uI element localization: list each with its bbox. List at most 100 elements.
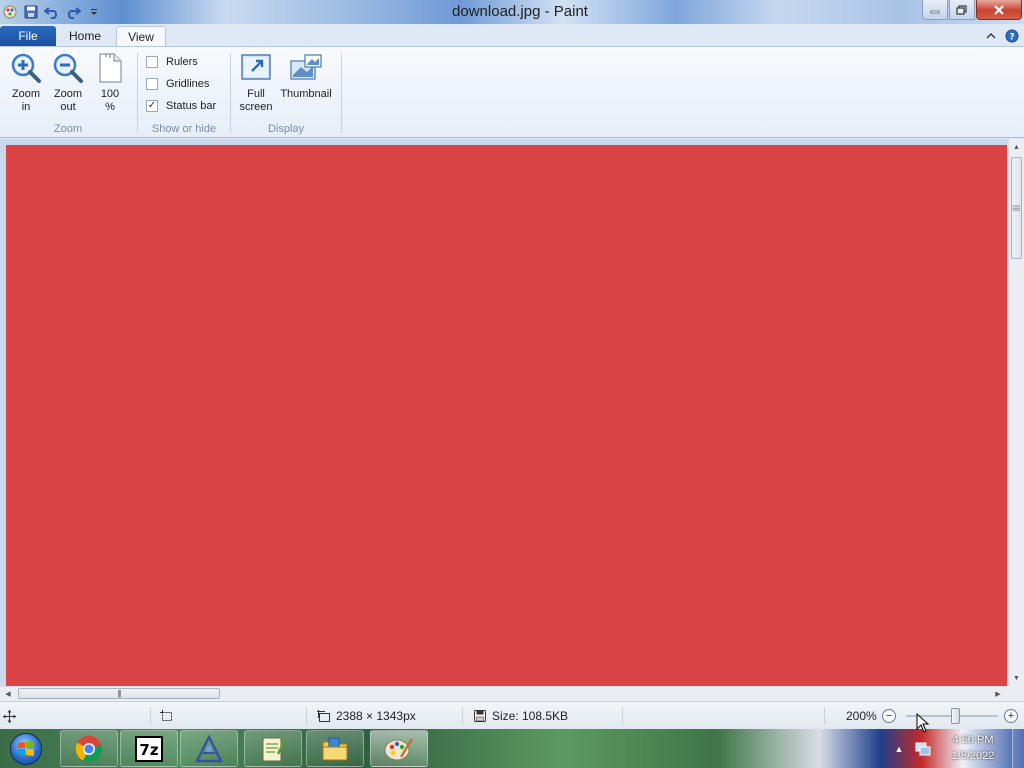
disk-icon [474, 710, 486, 722]
mouse-cursor-icon [916, 713, 930, 733]
tab-home[interactable]: Home [58, 26, 112, 47]
zoom-slider-thumb[interactable] [951, 708, 960, 724]
zoom-out-label: Zoom out [53, 88, 83, 113]
taskbar-file-explorer[interactable] [306, 730, 364, 767]
system-clock[interactable]: 4:50 PM 1/5/2022 [938, 732, 1008, 764]
show-hidden-icons-button[interactable]: ▲ [892, 729, 906, 768]
taskbar-7zip[interactable]: 7z [120, 730, 178, 767]
gridlines-label: Gridlines [166, 78, 210, 90]
clock-time: 4:50 PM [952, 734, 994, 746]
zoom-in-status-button[interactable]: + [1004, 702, 1018, 730]
file-size: Size: 108.5KB [474, 702, 568, 730]
scroll-up-arrow-icon[interactable]: ▲ [1009, 139, 1024, 155]
status-bar-label: Status bar [166, 100, 217, 112]
horizontal-scrollbar[interactable]: ◀ ||| ▶ [0, 686, 1008, 701]
zoom-out-icon [51, 51, 85, 85]
status-divider [462, 707, 463, 725]
thumbnail-button[interactable]: Thumbnail [279, 51, 333, 117]
scroll-left-arrow-icon[interactable]: ◀ [0, 687, 16, 701]
taskbar-app[interactable] [180, 730, 238, 767]
taskbar-paint[interactable] [370, 730, 428, 767]
zoom-out-circle-icon: − [882, 709, 896, 723]
page-100-icon [93, 51, 127, 85]
gridlines-checkbox-row[interactable]: Gridlines [146, 75, 209, 93]
rulers-label: Rulers [166, 56, 198, 68]
rulers-checkbox-row[interactable]: Rulers [146, 53, 198, 71]
full-screen-icon [239, 51, 273, 85]
status-divider [306, 707, 307, 725]
group-divider [341, 53, 342, 133]
full-screen-label: Full screen [239, 88, 273, 113]
gridlines-checkbox[interactable] [146, 78, 158, 90]
restore-button[interactable] [949, 0, 975, 20]
start-button[interactable] [4, 731, 48, 767]
svg-text:?: ? [1009, 33, 1014, 43]
taskbar-chrome[interactable] [60, 730, 118, 767]
image-dimensions: 2388 × 1343px [317, 702, 416, 730]
paint-icon [384, 737, 414, 760]
file-explorer-icon [322, 737, 348, 760]
taskbar-notepadpp[interactable] [244, 730, 302, 767]
zoom-level: 200% [846, 709, 877, 723]
horizontal-grip: ||| [117, 689, 121, 698]
full-screen-button[interactable]: Full screen [235, 51, 277, 117]
help-icon[interactable]: ? [1004, 28, 1020, 44]
show-desktop-button[interactable] [1012, 729, 1024, 768]
canvas-workspace [0, 139, 1008, 686]
zoom-out-status-button[interactable]: − [882, 702, 896, 730]
7zip-icon: 7z [135, 735, 163, 762]
scroll-down-arrow-icon[interactable]: ▼ [1009, 670, 1024, 686]
status-divider [150, 707, 151, 725]
close-button[interactable] [976, 0, 1022, 20]
app-icon [195, 734, 223, 762]
dimensions-text: 2388 × 1343px [336, 709, 416, 723]
vertical-scrollbar[interactable]: ▲ ||| ▼ [1008, 139, 1024, 686]
window-title: download.jpg - Paint [452, 3, 588, 20]
chrome-icon [75, 735, 102, 762]
display-group-label: Display [267, 123, 305, 135]
status-bar: 2388 × 1343px Size: 108.5KB 200% − + [0, 701, 1024, 729]
zoom-group: Zoom in Zoom out 100% Zoom [0, 47, 136, 137]
ribbon-view: Zoom in Zoom out 100% Zoom Rulers Gridline… [0, 46, 1024, 138]
zoom-in-icon [9, 51, 43, 85]
horizontal-scroll-thumb[interactable]: ||| [18, 688, 220, 699]
vertical-scroll-thumb[interactable]: ||| [1011, 157, 1022, 259]
svg-text:7z: 7z [139, 741, 158, 759]
zoom-100-label: 100% [100, 88, 120, 113]
status-divider [824, 707, 825, 725]
status-bar-checkbox-row[interactable]: ✓ Status bar [146, 97, 216, 115]
zoom-100-button[interactable]: 100% [90, 51, 130, 117]
taskbar: 7z ▲ 4:50 PM 1/5/2022 [0, 729, 1024, 768]
minimize-ribbon-icon[interactable] [983, 28, 999, 44]
zoom-in-label: Zoom in [11, 88, 41, 113]
network-icon[interactable] [914, 729, 932, 768]
windows-logo-icon [10, 733, 42, 765]
zoom-group-label: Zoom [53, 123, 83, 135]
scrollbar-corner [1008, 686, 1024, 701]
thumbnail-label: Thumbnail [280, 88, 332, 100]
rulers-checkbox[interactable] [146, 56, 158, 68]
zoom-in-button[interactable]: Zoom in [6, 51, 46, 117]
file-size-text: Size: 108.5KB [492, 709, 569, 723]
notepadpp-icon [262, 737, 285, 761]
image-size-icon [317, 709, 330, 722]
show-or-hide-group-label: Show or hide [151, 123, 217, 135]
zoom-out-button[interactable]: Zoom out [48, 51, 88, 117]
thumbnail-icon [289, 51, 323, 85]
vertical-grip: ||| [1012, 204, 1021, 212]
show-or-hide-group: Rulers Gridlines ✓ Status bar Show or hi… [138, 47, 230, 137]
ribbon-tabs: File Home View ? [0, 24, 1024, 47]
tab-file[interactable]: File [0, 26, 56, 47]
selection-size-icon [160, 702, 174, 730]
cursor-position-icon [3, 702, 16, 730]
status-divider [622, 707, 623, 725]
zoom-in-circle-icon: + [1004, 709, 1018, 723]
scroll-right-arrow-icon[interactable]: ▶ [990, 687, 1006, 701]
image-canvas[interactable] [6, 145, 1007, 686]
tab-view[interactable]: View [116, 26, 166, 47]
title-bar: download.jpg - Paint [0, 0, 1024, 24]
status-bar-checkbox[interactable]: ✓ [146, 100, 158, 112]
minimize-button[interactable] [922, 0, 948, 20]
display-group: Full screen Thumbnail Display [231, 47, 341, 137]
clock-date: 1/5/2022 [951, 750, 995, 762]
